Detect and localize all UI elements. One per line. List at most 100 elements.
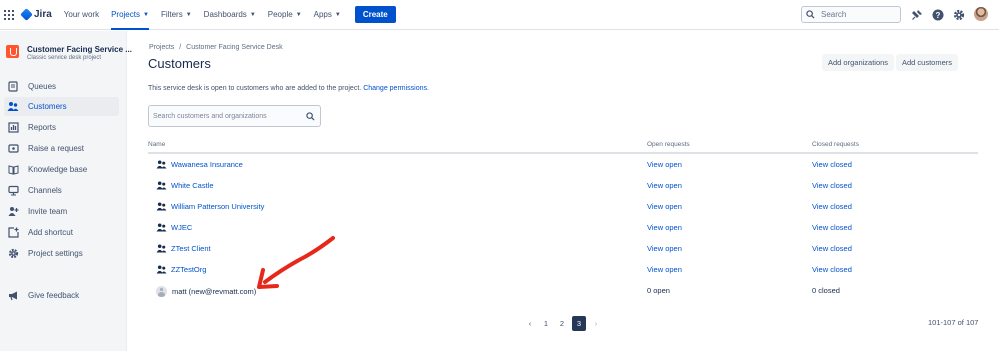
jira-mark-icon [20, 8, 33, 21]
sidebar-item-queues[interactable]: Queues [4, 77, 119, 96]
sidebar-item-invite-team[interactable]: Invite team [4, 202, 119, 221]
closed-requests-link[interactable]: View closed [812, 244, 852, 253]
nav-dashboards[interactable]: Dashboards ▼ [204, 0, 256, 30]
sidebar-item-knowledge-base[interactable]: Knowledge base [4, 160, 119, 179]
permission-info: This service desk is open to customers w… [148, 85, 429, 92]
create-button[interactable]: Create [354, 6, 396, 23]
change-permissions-link[interactable]: Change permissions. [363, 85, 429, 92]
user-avatar[interactable] [974, 7, 988, 21]
table-row: White Castle View open View closed [148, 176, 978, 197]
prev-page-button[interactable]: ‹ [524, 317, 536, 330]
closed-requests-link[interactable]: View closed [812, 223, 852, 232]
customer-search-input[interactable]: Search customers and organizations [148, 105, 321, 127]
invite-team-icon [7, 206, 19, 218]
next-page-button[interactable]: › [590, 317, 602, 330]
knowledge-base-icon [7, 164, 19, 176]
chevron-down-icon: ▼ [185, 11, 192, 18]
notifications-icon[interactable] [910, 8, 923, 21]
row-name-cell: WJEC [156, 223, 192, 232]
help-icon[interactable]: ? [931, 8, 944, 21]
column-name[interactable]: Name [148, 141, 165, 148]
row-name[interactable]: ZZTestOrg [171, 265, 206, 274]
search-input[interactable]: Search [801, 6, 901, 23]
customers-icon [7, 101, 19, 113]
table-header: Name Open requests Closed requests [148, 141, 978, 154]
organization-icon [156, 244, 167, 253]
nav-apps[interactable]: Apps ▼ [314, 0, 341, 30]
closed-requests-link: 0 closed [812, 286, 840, 295]
open-requests-link: 0 open [647, 286, 670, 295]
closed-requests-link[interactable]: View closed [812, 160, 852, 169]
open-requests-link[interactable]: View open [647, 202, 682, 211]
table-row: William Patterson University View open Vie… [148, 197, 978, 218]
open-requests-link[interactable]: View open [647, 160, 682, 169]
row-name-cell: ZZTestOrg [156, 265, 206, 274]
annotation-arrow [257, 236, 335, 289]
add-organizations-button[interactable]: Add organizations [822, 54, 895, 71]
nav-people[interactable]: People ▼ [268, 0, 302, 30]
gear-icon [7, 248, 19, 260]
sidebar-item-add-shortcut[interactable]: Add shortcut [4, 223, 119, 242]
chevron-down-icon: ▼ [142, 11, 149, 18]
breadcrumb: Projects / Customer Facing Service Desk [149, 44, 283, 51]
open-requests-link[interactable]: View open [647, 265, 682, 274]
sidebar-item-customers[interactable]: Customers [4, 97, 119, 116]
row-name-cell: White Castle [156, 181, 214, 190]
add-shortcut-icon [7, 227, 19, 239]
row-name: matt (new@revmatt.com) [172, 287, 257, 296]
closed-requests-link[interactable]: View closed [812, 265, 852, 274]
open-requests-link[interactable]: View open [647, 244, 682, 253]
channels-icon [7, 185, 19, 197]
row-name[interactable]: WJEC [171, 223, 192, 232]
organization-icon [156, 160, 167, 169]
page-2-button[interactable]: 2 [556, 317, 568, 330]
app-switcher-icon[interactable] [4, 9, 14, 20]
add-customers-button[interactable]: Add customers [896, 54, 959, 71]
project-type: Classic service desk project [27, 55, 102, 61]
nav-your-work[interactable]: Your work [64, 0, 99, 30]
sidebar-item-reports[interactable]: Reports [4, 118, 119, 137]
nav-projects[interactable]: Projects ▼ [111, 0, 149, 30]
settings-gear-icon[interactable] [952, 8, 965, 21]
row-name-cell: ZTest Client [156, 244, 211, 253]
search-icon [806, 10, 815, 19]
closed-requests-link[interactable]: View closed [812, 181, 852, 190]
raise-request-icon [7, 143, 19, 155]
brand-name: Jira [34, 9, 52, 20]
nav-filters[interactable]: Filters ▼ [161, 0, 192, 30]
sidebar-item-raise-request[interactable]: Raise a request [4, 139, 119, 158]
feedback-megaphone-icon [7, 290, 19, 302]
organization-icon [156, 223, 167, 232]
row-name-cell: Wawanesa Insurance [156, 160, 243, 169]
top-navigation: Jira Your work Projects ▼ Filters ▼ Dashbo… [0, 0, 999, 30]
breadcrumb-project-link[interactable]: Customer Facing Service Desk [186, 44, 282, 51]
sidebar-item-give-feedback[interactable]: Give feedback [4, 286, 119, 305]
open-requests-link[interactable]: View open [647, 223, 682, 232]
organization-icon [156, 265, 167, 274]
user-avatar-icon [156, 286, 167, 297]
page-title: Customers [148, 56, 211, 71]
chevron-down-icon: ▼ [334, 11, 341, 18]
row-name[interactable]: Wawanesa Insurance [171, 160, 243, 169]
row-name-cell: William Patterson University [156, 202, 264, 211]
chevron-down-icon: ▼ [249, 11, 256, 18]
project-name: Customer Facing Service ... [27, 45, 132, 54]
row-name[interactable]: William Patterson University [171, 202, 264, 211]
chevron-down-icon: ▼ [295, 11, 302, 18]
column-open-requests: Open requests [647, 141, 690, 148]
closed-requests-link[interactable]: View closed [812, 202, 852, 211]
svg-text:?: ? [935, 11, 940, 20]
row-name[interactable]: White Castle [171, 181, 214, 190]
project-header[interactable]: Customer Facing Service ... Classic serv… [6, 45, 132, 61]
page-3-button-current[interactable]: 3 [572, 316, 586, 331]
row-name[interactable]: ZTest Client [171, 244, 211, 253]
sidebar-item-project-settings[interactable]: Project settings [4, 244, 119, 263]
organization-icon [156, 202, 167, 211]
open-requests-link[interactable]: View open [647, 181, 682, 190]
breadcrumb-projects-link[interactable]: Projects [149, 44, 174, 51]
queues-icon [7, 81, 19, 93]
jira-logo[interactable]: Jira [20, 8, 52, 21]
page-1-button[interactable]: 1 [540, 317, 552, 330]
sidebar-item-channels[interactable]: Channels [4, 181, 119, 200]
project-avatar-icon [6, 45, 19, 58]
